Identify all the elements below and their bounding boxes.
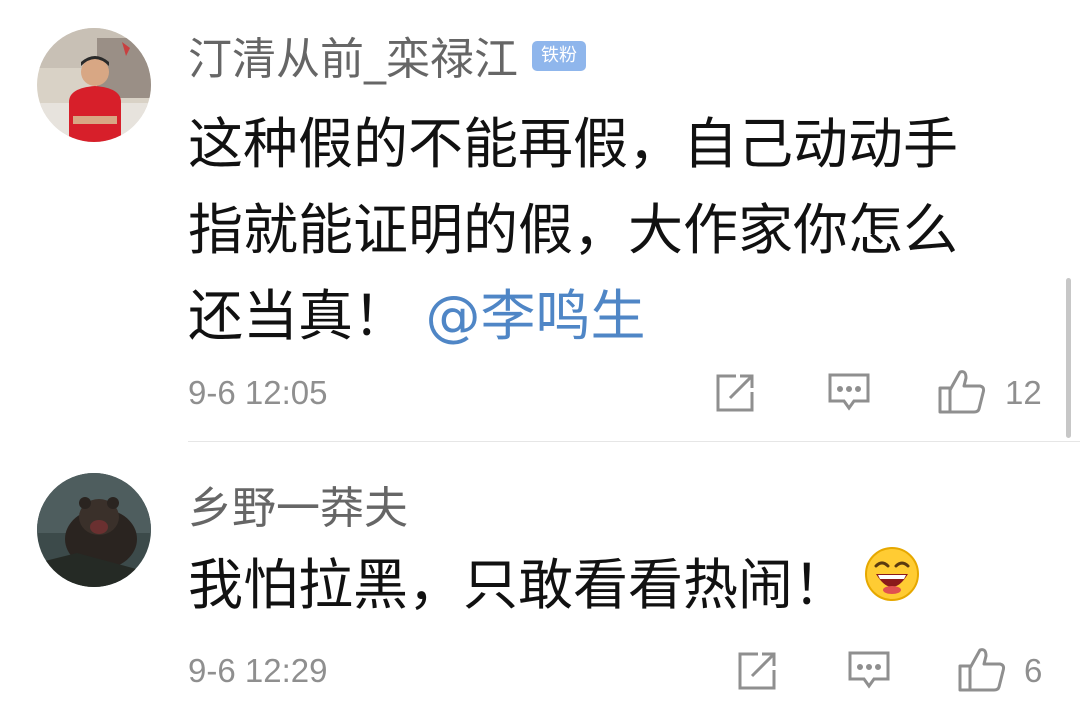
avatar[interactable] xyxy=(37,28,151,142)
share-icon xyxy=(716,374,754,412)
fan-badge: 铁粉 xyxy=(532,41,586,71)
comment-item: 汀清从前_栾禄江 铁粉 这种假的不能再假，自己动动手 指就能证明的假，大作家你怎么… xyxy=(0,0,1080,440)
reply-icon xyxy=(828,373,870,411)
username[interactable]: 汀清从前_栾禄江 铁粉 xyxy=(188,38,586,82)
comment-item: 乡野一莽夫 我怕拉黑，只敢看看热闹！ 9-6 12:29 6 xyxy=(0,442,1080,714)
comment-text: 我怕拉黑，只敢看看热闹！ xyxy=(188,542,1048,632)
reply-icon xyxy=(848,651,890,689)
reply-button[interactable] xyxy=(828,373,870,413)
reply-button[interactable] xyxy=(848,651,890,691)
comment-text-line: 指就能证明的假，大作家你怎么 xyxy=(188,198,959,262)
thumbs-up-icon xyxy=(958,648,1006,692)
thumbs-up-icon xyxy=(938,370,986,414)
share-button[interactable] xyxy=(736,650,778,692)
comment-text-content: 我怕拉黑，只敢看看热闹！ xyxy=(188,553,849,617)
laughing-face-emoji xyxy=(864,540,920,626)
share-icon xyxy=(738,652,776,690)
username[interactable]: 乡野一莽夫 xyxy=(188,487,408,531)
comment-text-line: 这种假的不能再假，自己动动手 xyxy=(188,112,959,176)
like-count: 12 xyxy=(1005,374,1042,411)
share-button[interactable] xyxy=(714,372,756,414)
comment-time: 9-6 12:05 xyxy=(188,374,328,411)
like-count: 6 xyxy=(1024,652,1043,689)
mention-link[interactable]: @李鸣生 xyxy=(426,284,646,348)
like-button[interactable] xyxy=(938,368,986,414)
avatar[interactable] xyxy=(37,473,151,587)
like-button[interactable] xyxy=(958,646,1006,692)
username-text[interactable]: 汀清从前_栾禄江 xyxy=(188,34,518,85)
comment-text: 这种假的不能再假，自己动动手 指就能证明的假，大作家你怎么 还当真！ @李鸣生 xyxy=(188,101,1048,359)
comment-text-line-content: 还当真！ xyxy=(188,284,409,348)
comment-text-line: 还当真！ @李鸣生 xyxy=(188,273,1048,359)
comment-time: 9-6 12:29 xyxy=(188,652,328,689)
scrollbar[interactable] xyxy=(1066,278,1071,438)
